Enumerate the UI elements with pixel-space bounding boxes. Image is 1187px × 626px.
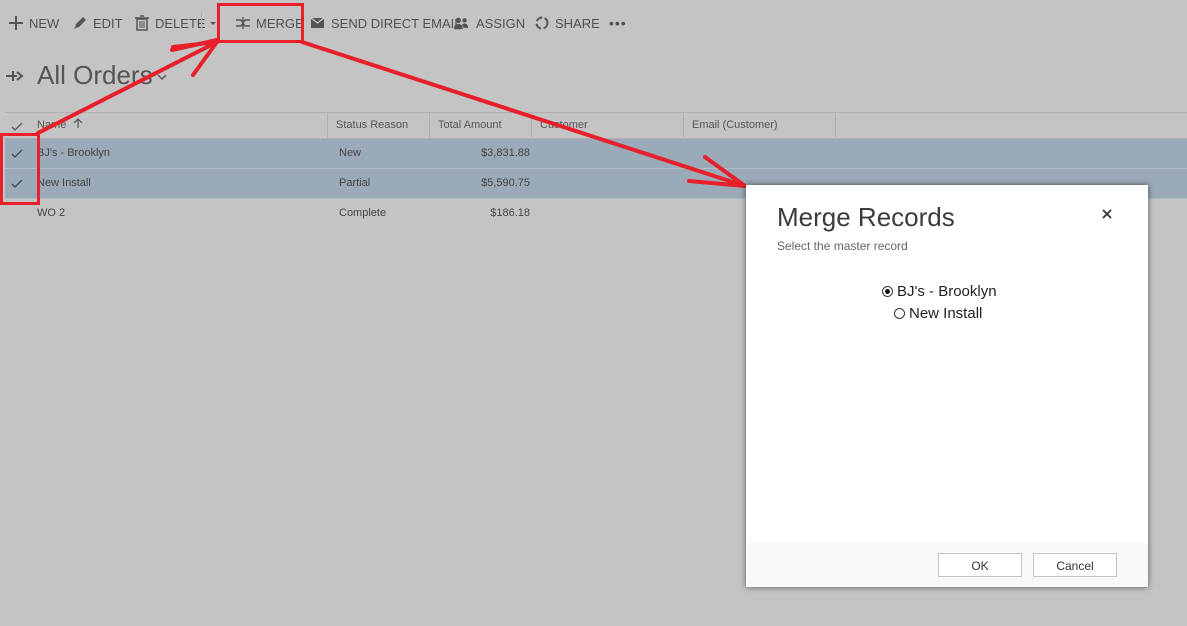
close-icon[interactable] <box>1100 207 1114 221</box>
cell-total-amount: $3,831.88 <box>481 147 530 159</box>
edit-button[interactable]: EDIT <box>72 14 123 32</box>
cell-name[interactable]: WO 2 <box>37 199 327 228</box>
command-bar: NEW EDIT DELETE MERGE SEND DIRECT EMAIL <box>0 0 1187 46</box>
dialog-title: Merge Records <box>777 202 955 232</box>
cell-total-amount: $5,590.75 <box>481 177 530 189</box>
envelope-icon <box>310 15 326 31</box>
column-header-total-amount[interactable]: Total Amount <box>430 113 532 138</box>
select-all-check-icon[interactable] <box>11 120 23 132</box>
master-record-option[interactable]: BJ's - Brooklyn <box>882 283 997 300</box>
send-direct-email-label: SEND DIRECT EMAIL <box>331 15 462 31</box>
trash-icon <box>134 15 150 31</box>
column-header-name[interactable]: Name <box>29 113 328 138</box>
merge-records-dialog: Merge Records Select the master record B… <box>746 185 1148 587</box>
dialog-subtitle: Select the master record <box>777 239 908 253</box>
radio-button[interactable] <box>894 308 905 319</box>
share-button[interactable]: SHARE <box>534 14 600 32</box>
radio-button-selected[interactable] <box>882 286 893 297</box>
pin-icon[interactable] <box>5 66 25 86</box>
grid-header: Name Status Reason Total Amount Customer… <box>5 112 1187 139</box>
cancel-button[interactable]: Cancel <box>1033 553 1117 577</box>
send-direct-email-button[interactable]: SEND DIRECT EMAIL <box>310 14 462 32</box>
more-commands-button[interactable]: ••• <box>609 14 627 32</box>
master-record-option[interactable]: New Install <box>894 305 982 322</box>
cell-name[interactable]: New Install <box>37 169 327 198</box>
merge-highlight-box <box>217 3 304 43</box>
plus-icon <box>8 15 24 31</box>
cell-status-reason: Complete <box>339 207 387 219</box>
column-header-email-customer[interactable]: Email (Customer) <box>684 113 836 138</box>
pencil-icon <box>72 15 88 31</box>
delete-label: DELETE <box>155 15 206 31</box>
cell-total-amount: $186.18 <box>490 207 530 219</box>
cell-name[interactable]: BJ's - Brooklyn <box>37 139 327 168</box>
edit-label: EDIT <box>93 15 123 31</box>
column-header-status-reason[interactable]: Status Reason <box>328 113 430 138</box>
sort-ascending-icon <box>73 113 83 128</box>
share-icon <box>534 15 550 31</box>
view-title[interactable]: All Orders <box>37 60 153 91</box>
more-label: ••• <box>609 15 627 31</box>
column-header-name-label: Name <box>37 119 67 131</box>
assign-label: ASSIGN <box>476 15 526 31</box>
master-record-option-label: BJ's - Brooklyn <box>897 283 997 300</box>
people-icon <box>453 15 471 31</box>
chevron-down-icon[interactable] <box>156 70 168 82</box>
selection-highlight-box <box>0 133 40 205</box>
delete-button[interactable]: DELETE <box>134 14 206 32</box>
master-record-option-label: New Install <box>909 305 983 322</box>
column-header-customer[interactable]: Customer <box>532 113 684 138</box>
new-label: NEW <box>29 15 60 31</box>
assign-button[interactable]: ASSIGN <box>453 14 525 32</box>
table-row[interactable]: BJ's - Brooklyn New $3,831.88 <box>5 139 1187 169</box>
cell-status-reason: Partial <box>339 177 371 189</box>
share-label: SHARE <box>555 15 600 31</box>
toolbar-divider <box>201 12 202 32</box>
arrow-head-merge <box>171 40 219 77</box>
ok-button[interactable]: OK <box>938 553 1022 577</box>
cell-status-reason: New <box>339 147 362 159</box>
new-button[interactable]: NEW <box>8 14 59 32</box>
caret-down-icon <box>205 15 216 31</box>
